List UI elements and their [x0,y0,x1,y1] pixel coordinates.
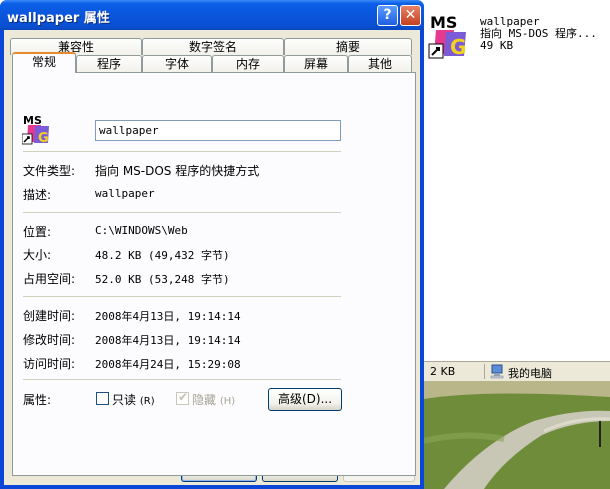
explorer-statusbar: 2 KB 我的电脑 [424,361,610,381]
hidden-checkbox[interactable]: ✔ [176,390,189,405]
dialog-client-area: 兼容性 数字签名 摘要 常规 程序 字体 内存 屏幕 其他 MS G 文件类型:… [4,30,420,485]
dialog-title: wallpaper 属性 [7,11,110,26]
accessed-label: 访问时间: [23,357,76,371]
accessed-value: 2008年4月24日, 15:29:08 [95,358,241,371]
status-location: 我的电脑 [508,367,552,380]
attributes-label: 属性: [23,393,52,407]
my-computer-icon [490,364,504,379]
description-value: wallpaper [95,187,155,200]
modified-label: 修改时间: [23,333,76,347]
modified-value: 2008年4月13日, 19:14:14 [95,334,241,347]
created-label: 创建时间: [23,309,76,323]
tab-screen[interactable]: 屏幕 [284,55,348,72]
location-label: 位置: [23,225,52,239]
divider [23,212,341,213]
svg-text:G: G [38,131,49,145]
status-size: 2 KB [430,365,456,378]
ms-dos-shortcut-icon: MS G [22,114,49,145]
svg-text:MS: MS [430,13,457,32]
size-on-disk-label: 占用空间: [23,272,76,286]
tab-font[interactable]: 字体 [142,55,212,72]
tab-program[interactable]: 程序 [76,55,142,72]
help-button[interactable]: ? [377,5,398,26]
properties-dialog: wallpaper 属性 ? ✕ 兼容性 数字签名 摘要 常规 程序 字体 内存… [0,0,424,489]
readonly-accelerator: (R) [139,396,155,407]
tab-digital-signature[interactable]: 数字签名 [142,38,284,55]
checkmark-icon: ✔ [178,390,189,404]
hidden-label[interactable]: 隐藏 (H) [192,391,235,408]
file-name-input[interactable] [95,120,341,141]
file-type-label: 文件类型: [23,164,76,178]
tab-panel-general: MS G 文件类型: 指向 MS-DOS 程序的快捷方式 描述: wallpap… [12,72,416,476]
tab-general[interactable]: 常规 [12,52,76,73]
dialog-titlebar[interactable]: wallpaper 属性 ? ✕ [0,0,424,30]
explorer-file-size: 49 KB [480,39,514,52]
tab-summary[interactable]: 摘要 [284,38,412,55]
size-value: 48.2 KB (49,432 字节) [95,249,230,262]
description-label: 描述: [23,188,52,202]
readonly-checkbox[interactable] [96,392,109,405]
divider [23,379,341,380]
tab-misc[interactable]: 其他 [348,55,412,72]
tab-memory[interactable]: 内存 [212,55,284,72]
size-on-disk-value: 52.0 KB (53,248 字节) [95,273,230,286]
wallpaper-image [424,381,610,489]
file-type-value: 指向 MS-DOS 程序的快捷方式 [95,164,260,178]
size-label: 大小: [23,248,52,262]
readonly-text: 只读 [112,393,137,407]
location-value: C:\WINDOWS\Web [95,224,188,237]
advanced-button[interactable]: 高级(D)... [268,388,342,411]
divider [23,151,341,152]
hidden-accelerator: (H) [219,396,236,407]
ms-dos-shortcut-icon: MS G [428,10,472,62]
close-button[interactable]: ✕ [400,5,421,26]
hidden-text: 隐藏 [192,393,217,407]
divider [23,296,341,297]
status-separator [484,364,485,379]
desktop-wallpaper [424,381,610,489]
created-value: 2008年4月13日, 19:14:14 [95,310,241,323]
explorer-file-item[interactable]: MS G wallpaper 指向 MS-DOS 程序... 49 KB [426,8,610,64]
svg-text:G: G [450,35,466,59]
readonly-label[interactable]: 只读 (R) [112,391,155,408]
